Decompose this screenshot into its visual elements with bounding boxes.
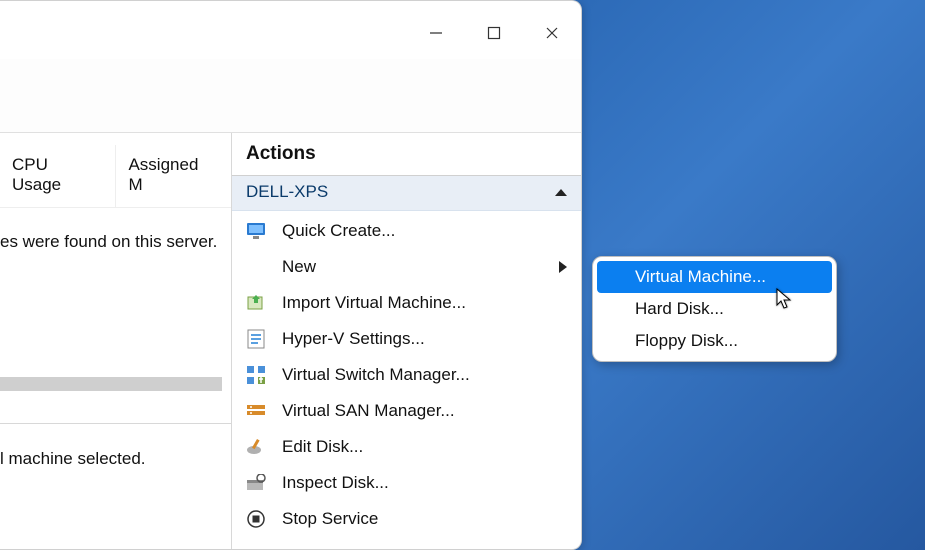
action-new[interactable]: New <box>232 249 581 285</box>
content-row: CPU Usage Assigned M es were found on th… <box>0 133 581 549</box>
action-label: Quick Create... <box>282 221 395 241</box>
action-label: New <box>282 257 316 277</box>
vswitch-icon <box>244 363 268 387</box>
col-assigned-memory[interactable]: Assigned M <box>116 145 231 207</box>
empty-server-text: es were found on this server. <box>0 208 231 252</box>
no-machine-selected-text: l machine selected. <box>0 449 146 469</box>
hyperv-manager-window: CPU Usage Assigned M es were found on th… <box>0 0 582 550</box>
minimize-icon <box>429 26 443 40</box>
new-submenu-flyout: Virtual Machine... Hard Disk... Floppy D… <box>592 256 837 362</box>
actions-section-header[interactable]: DELL-XPS <box>232 176 581 211</box>
flyout-virtual-machine[interactable]: Virtual Machine... <box>597 261 832 293</box>
monitor-icon <box>244 219 268 243</box>
action-vsan-manager[interactable]: Virtual SAN Manager... <box>232 393 581 429</box>
action-label: Hyper-V Settings... <box>282 329 425 349</box>
flyout-hard-disk[interactable]: Hard Disk... <box>597 293 832 325</box>
submenu-arrow-icon <box>559 261 567 273</box>
maximize-button[interactable] <box>465 13 523 53</box>
collapse-arrow-icon <box>555 189 567 196</box>
col-cpu-usage[interactable]: CPU Usage <box>0 145 116 207</box>
action-label: Inspect Disk... <box>282 473 389 493</box>
action-hyperv-settings[interactable]: Hyper-V Settings... <box>232 321 581 357</box>
vsan-icon <box>244 399 268 423</box>
actions-title: Actions <box>232 133 581 176</box>
maximize-icon <box>487 26 501 40</box>
action-stop-service[interactable]: Stop Service <box>232 501 581 537</box>
action-label: Import Virtual Machine... <box>282 293 466 313</box>
close-icon <box>545 26 559 40</box>
window-titlebar <box>0 1 581 59</box>
action-label: Stop Service <box>282 509 378 529</box>
flyout-floppy-disk[interactable]: Floppy Disk... <box>597 325 832 357</box>
action-vswitch-manager[interactable]: Virtual Switch Manager... <box>232 357 581 393</box>
vm-list-pane: CPU Usage Assigned M es were found on th… <box>0 133 232 549</box>
action-import-vm[interactable]: Import Virtual Machine... <box>232 285 581 321</box>
settings-page-icon <box>244 327 268 351</box>
action-quick-create[interactable]: Quick Create... <box>232 213 581 249</box>
minimize-button[interactable] <box>407 13 465 53</box>
actions-section-label: DELL-XPS <box>246 182 328 202</box>
pane-divider <box>0 423 231 424</box>
stop-icon <box>244 507 268 531</box>
selection-bar <box>0 377 222 391</box>
actions-pane: Actions DELL-XPS Quick Create... New <box>232 133 581 549</box>
action-label: Virtual SAN Manager... <box>282 401 455 421</box>
action-label: Virtual Switch Manager... <box>282 365 470 385</box>
action-edit-disk[interactable]: Edit Disk... <box>232 429 581 465</box>
toolbar-area <box>0 59 581 133</box>
edit-disk-icon <box>244 435 268 459</box>
import-vm-icon <box>244 291 268 315</box>
action-inspect-disk[interactable]: Inspect Disk... <box>232 465 581 501</box>
action-label: Edit Disk... <box>282 437 363 457</box>
blank-icon <box>244 255 268 279</box>
inspect-disk-icon <box>244 471 268 495</box>
column-headers: CPU Usage Assigned M <box>0 145 231 208</box>
close-button[interactable] <box>523 13 581 53</box>
actions-list: Quick Create... New Import Virtual Machi… <box>232 211 581 539</box>
